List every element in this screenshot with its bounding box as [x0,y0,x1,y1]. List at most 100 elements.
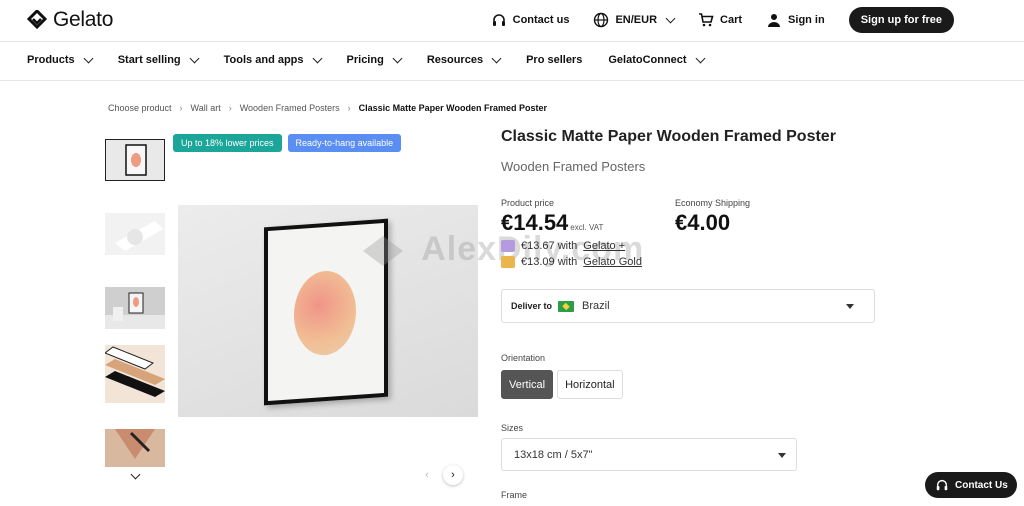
sign-in-link[interactable]: Sign in [766,12,825,28]
dropdown-caret-icon [846,304,854,309]
gelato-plus-price: €13.67 with Gelato + [501,240,642,252]
breadcrumb: Choose product › Wall art › Wooden Frame… [108,103,547,113]
thumbnail-image[interactable] [105,345,165,403]
breadcrumb-separator-icon: › [228,103,232,113]
product-badges: Up to 18% lower prices Ready-to-hang ava… [173,134,402,152]
sizes-label: Sizes [501,423,524,433]
cart-icon [699,13,714,27]
watermark-logo-icon [363,236,403,267]
orientation-horizontal-button[interactable]: Horizontal [557,370,623,399]
nav-label: Pricing [346,54,384,66]
thumbnail-image[interactable] [105,139,165,181]
vat-note: excl. VAT [570,223,604,232]
orientation-vertical-button[interactable]: Vertical [501,370,554,399]
product-price-label: Product price [501,198,555,208]
headset-icon [936,479,948,491]
product-price: €14.54 excl. VAT [501,210,642,236]
gelato-plus-icon [501,240,515,252]
chevron-down-icon [392,53,403,63]
logo-text: Gelato [53,8,114,31]
product-title: Classic Matte Paper Wooden Framed Poster [501,128,836,145]
previous-image-button[interactable]: ‹ [417,465,437,485]
chevron-down-icon [130,469,140,479]
main-nav: Products Start selling Tools and apps Pr… [0,41,1024,81]
deliver-to-label: Deliver to [511,301,553,311]
lower-prices-badge: Up to 18% lower prices [173,134,282,152]
sizes-select[interactable]: 13x18 cm / 5x7" [501,438,797,471]
gelato-gold-price-text: €13.09 with [521,256,578,268]
nav-item-tools-and-apps[interactable]: Tools and apps [223,53,322,66]
contact-us-floating-label: Contact Us [955,479,1008,491]
next-image-button[interactable]: › [443,465,463,485]
frame-stack-thumbnail-graphic [105,346,165,397]
breadcrumb-link[interactable]: Wooden Framed Posters [240,103,340,113]
nav-label: Tools and apps [223,54,304,66]
orientation-options: Vertical Horizontal [501,370,623,399]
shipping-price: €4.00 [675,210,731,235]
contact-us-floating-button[interactable]: Contact Us [925,472,1017,498]
nav-item-pricing[interactable]: Pricing [346,53,403,66]
contact-us-label: Contact us [512,14,570,26]
globe-icon [594,12,609,28]
nav-label: Pro sellers [526,54,583,66]
nav-item-pro-sellers[interactable]: Pro sellers [526,54,582,66]
deliver-country: Brazil [582,300,610,312]
gelato-gold-price: €13.09 with Gelato Gold [501,256,642,268]
product-price-block: Product price €14.54 excl. VAT €13.67 wit… [501,198,642,268]
room-thumbnail-graphic [105,292,165,329]
sizes-value: 13x18 cm / 5x7" [514,448,593,461]
chevron-left-icon: ‹ [425,469,429,481]
thumbnail-image[interactable] [105,287,165,329]
chevron-down-icon [491,53,502,63]
nav-label: Products [27,54,75,66]
headset-icon [492,14,505,26]
brazil-flag-icon [558,300,575,312]
sign-up-button[interactable]: Sign up for free [848,7,954,33]
product-price-value: €14.54 [501,210,569,235]
thumbnail-image[interactable] [105,429,165,467]
gelato-logo-icon [27,10,47,30]
top-bar: Gelato Contact us EN/EUR Cart Sign in Si… [0,0,1024,42]
chevron-down-icon [83,53,94,63]
gelato-plus-link[interactable]: Gelato + [583,240,625,252]
cart-label: Cart [720,14,743,26]
breadcrumb-separator-icon: › [179,103,183,113]
thumbnail-list [105,139,165,499]
nav-item-resources[interactable]: Resources [426,53,502,66]
thumbnail-image[interactable] [105,213,165,255]
nav-label: Start selling [117,54,181,66]
gelato-plus-price-text: €13.67 with [521,240,578,252]
sign-in-label: Sign in [788,14,825,26]
frame-label: Frame [501,490,528,500]
nav-label: GelatoConnect [608,54,687,66]
thumbnails-scroll-down-button[interactable] [125,467,145,485]
breadcrumb-link[interactable]: Wall art [191,103,221,113]
chevron-down-icon [665,13,676,23]
nav-item-products[interactable]: Products [27,53,94,66]
chevron-down-icon [695,53,706,63]
frame-detail-thumbnail-graphic [115,429,155,459]
nav-item-gelatoconnect[interactable]: GelatoConnect [608,53,706,66]
product-subtitle: Wooden Framed Posters [501,159,646,174]
user-icon [768,14,781,27]
chevron-down-icon [312,53,322,63]
currency-label: EN/EUR [615,14,658,26]
logo[interactable]: Gelato [27,8,113,32]
nav-label: Resources [426,54,484,66]
ready-to-hang-badge: Ready-to-hang available [287,134,402,152]
breadcrumb-link[interactable]: Choose product [108,103,172,113]
cart-link[interactable]: Cart [698,12,742,28]
product-details: Classic Matte Paper Wooden Framed Poster… [501,128,875,500]
frame-corner-thumbnail-graphic [115,221,163,251]
contact-us-link[interactable]: Contact us [491,12,570,28]
nav-item-start-selling[interactable]: Start selling [117,53,200,66]
shipping-label: Economy Shipping [675,198,751,208]
dropdown-caret-icon [778,453,786,458]
breadcrumb-separator-icon: › [347,103,351,113]
shipping-price-block: Economy Shipping €4.00 [675,198,750,236]
deliver-to-select[interactable]: Deliver to Brazil [501,289,875,323]
language-currency-select[interactable]: EN/EUR [593,12,676,28]
poster-thumbnail-graphic [125,144,147,176]
gelato-gold-link[interactable]: Gelato Gold [583,256,642,268]
chevron-down-icon [189,53,200,63]
